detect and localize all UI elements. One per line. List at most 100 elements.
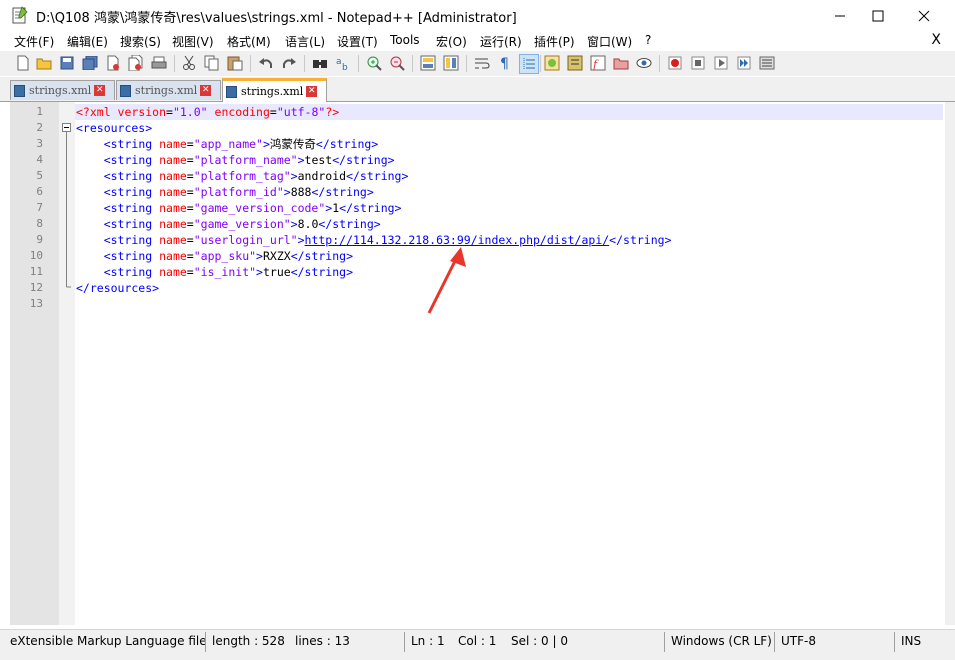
replace-icon[interactable]: ab bbox=[334, 54, 352, 72]
code-line[interactable]: <string name="game_version">8.0</string> bbox=[76, 216, 381, 232]
document-map-icon[interactable] bbox=[566, 54, 584, 72]
redo-icon[interactable] bbox=[280, 54, 298, 72]
monitoring-icon[interactable] bbox=[635, 54, 653, 72]
function-list-icon[interactable]: f bbox=[589, 54, 607, 72]
line-number: 10 bbox=[29, 249, 43, 262]
close-icon[interactable]: ✕ bbox=[306, 86, 318, 97]
code-line[interactable]: <string name="platform_tag">android</str… bbox=[76, 168, 409, 184]
code-line[interactable]: </resources> bbox=[76, 280, 159, 296]
close-document-button[interactable]: X bbox=[931, 32, 941, 48]
new-file-icon[interactable] bbox=[14, 54, 32, 72]
save-icon[interactable] bbox=[58, 54, 76, 72]
menu-file[interactable]: 文件(F) bbox=[14, 33, 54, 50]
print-icon[interactable] bbox=[150, 54, 168, 72]
code-token: <string bbox=[103, 185, 160, 199]
code-line[interactable]: <string name="game_version_code">1</stri… bbox=[76, 200, 402, 216]
tab-strings-xml-2[interactable]: strings.xml ✕ bbox=[116, 80, 221, 100]
menu-window[interactable]: 窗口(W) bbox=[587, 33, 632, 50]
toolbar-separator bbox=[250, 55, 251, 72]
code-token: name bbox=[159, 153, 187, 167]
code-token: = bbox=[166, 105, 173, 119]
code-token: = bbox=[269, 105, 277, 119]
paste-icon[interactable] bbox=[226, 54, 244, 72]
sync-vertical-icon[interactable] bbox=[419, 54, 437, 72]
tab-label: strings.xml bbox=[241, 85, 304, 98]
code-token: = bbox=[186, 249, 194, 263]
menu-tools[interactable]: Tools bbox=[390, 33, 420, 47]
close-icon[interactable]: ✕ bbox=[94, 85, 106, 96]
word-wrap-icon[interactable] bbox=[473, 54, 491, 72]
code-line[interactable]: <string name="userlogin_url">http://114.… bbox=[76, 232, 672, 248]
code-line[interactable]: <?xml version="1.0" encoding="utf-8"?> bbox=[76, 104, 339, 120]
show-all-characters-icon[interactable]: ¶ bbox=[496, 54, 514, 72]
menu-view[interactable]: 视图(V) bbox=[172, 33, 214, 50]
code-line[interactable]: <resources> bbox=[76, 120, 152, 136]
zoom-out-icon[interactable] bbox=[388, 54, 406, 72]
sync-horizontal-icon[interactable] bbox=[442, 54, 460, 72]
menu-search[interactable]: 搜索(S) bbox=[120, 33, 161, 50]
annotation-arrow bbox=[427, 247, 466, 314]
menu-settings[interactable]: 设置(T) bbox=[337, 33, 378, 50]
status-length: length : 528 bbox=[212, 634, 285, 648]
save-icon bbox=[14, 84, 25, 97]
close-icon[interactable]: ✕ bbox=[200, 85, 212, 96]
code-token: </string> bbox=[315, 137, 379, 151]
code-token: > bbox=[290, 169, 298, 183]
folder-as-workspace-icon[interactable] bbox=[612, 54, 630, 72]
code-line[interactable]: <string name="app_name">鸿蒙传奇</string> bbox=[76, 136, 379, 152]
menu-macro[interactable]: 宏(O) bbox=[436, 33, 467, 50]
code-token: <?xml bbox=[76, 105, 118, 119]
undo-icon[interactable] bbox=[257, 54, 275, 72]
record-macro-icon[interactable] bbox=[666, 54, 684, 72]
zoom-in-icon[interactable] bbox=[365, 54, 383, 72]
code-token: "platform_name" bbox=[193, 153, 298, 167]
close-file-icon[interactable] bbox=[104, 54, 122, 72]
open-file-icon[interactable] bbox=[35, 54, 53, 72]
menu-format[interactable]: 格式(M) bbox=[227, 33, 271, 50]
close-button[interactable] bbox=[901, 0, 947, 31]
menu-run[interactable]: 运行(R) bbox=[480, 33, 522, 50]
save-all-icon[interactable] bbox=[81, 54, 99, 72]
code-token: true bbox=[262, 265, 291, 279]
save-macro-icon[interactable] bbox=[758, 54, 776, 72]
menu-edit[interactable]: 编辑(E) bbox=[67, 33, 108, 50]
code-token: <string bbox=[103, 233, 160, 247]
run-macro-multiple-icon[interactable] bbox=[735, 54, 753, 72]
user-language-icon[interactable] bbox=[543, 54, 561, 72]
indent-guide-icon[interactable] bbox=[519, 54, 539, 74]
find-icon[interactable] bbox=[311, 54, 329, 72]
code-token: <string bbox=[103, 249, 160, 263]
toolbar-separator bbox=[358, 55, 359, 72]
code-line[interactable]: <string name="platform_name">test</strin… bbox=[76, 152, 395, 168]
code-token: </string> bbox=[290, 265, 353, 279]
code-token: <string bbox=[103, 153, 160, 167]
menu-plugins[interactable]: 插件(P) bbox=[534, 33, 575, 50]
close-all-icon[interactable] bbox=[127, 54, 145, 72]
code-line[interactable]: <string name="platform_id">888</string> bbox=[76, 184, 374, 200]
menu-language[interactable]: 语言(L) bbox=[285, 33, 325, 50]
menu-help[interactable]: ? bbox=[645, 33, 651, 47]
code-token: </string> bbox=[318, 217, 381, 231]
code-line[interactable]: <string name="app_sku">RXZX</string> bbox=[76, 248, 353, 264]
vertical-scrollbar[interactable] bbox=[945, 102, 955, 625]
code-token: name bbox=[159, 201, 187, 215]
copy-icon[interactable] bbox=[203, 54, 221, 72]
cut-icon[interactable] bbox=[180, 54, 198, 72]
editor-area[interactable]: 1 2 3 4 5 6 7 8 9 10 11 12 13 <?xml version="1.0" en… bbox=[10, 102, 946, 625]
line-number: 3 bbox=[36, 137, 43, 150]
code-line[interactable]: <string name="is_init">true</string> bbox=[76, 264, 353, 280]
code-token: 8.0 bbox=[297, 217, 319, 231]
code-token: <resources> bbox=[76, 121, 153, 135]
status-separator bbox=[774, 632, 775, 652]
tab-strings-xml-1[interactable]: strings.xml ✕ bbox=[10, 80, 115, 100]
code-token: encoding bbox=[214, 105, 270, 119]
maximize-button[interactable] bbox=[855, 0, 901, 31]
stop-macro-icon[interactable] bbox=[689, 54, 707, 72]
tab-strings-xml-3[interactable]: strings.xml ✕ bbox=[222, 78, 327, 102]
menu-bar: 文件(F) 编辑(E) 搜索(S) 视图(V) 格式(M) 语言(L) 设置(T… bbox=[0, 31, 955, 51]
play-macro-icon[interactable] bbox=[712, 54, 730, 72]
code-token: = bbox=[186, 217, 194, 231]
tab-label: strings.xml bbox=[29, 84, 92, 97]
